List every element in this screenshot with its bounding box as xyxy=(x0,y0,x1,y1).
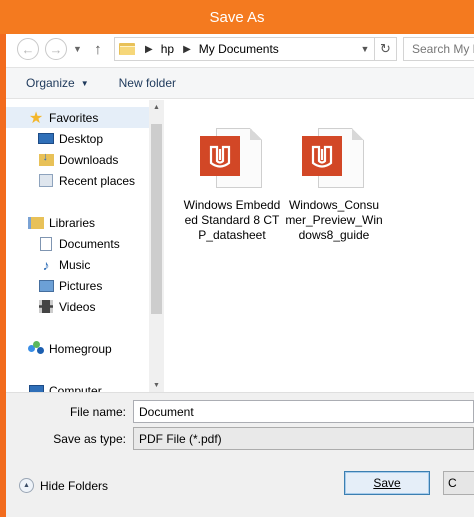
save-as-type-label: Save as type: xyxy=(53,432,126,446)
homegroup-icon xyxy=(28,340,44,357)
sidebar-item-downloads[interactable]: Downloads xyxy=(6,149,149,170)
breadcrumb-separator-icon[interactable]: ▶ xyxy=(183,44,191,55)
breadcrumb-separator-icon[interactable]: ▶ xyxy=(145,44,153,55)
forward-arrow-icon: → xyxy=(49,41,63,57)
chevron-up-icon: ▲ xyxy=(19,478,34,493)
command-bar: Organize ▼ New folder xyxy=(6,67,474,99)
save-options-panel: File name: Document Save as type: PDF Fi… xyxy=(6,392,474,517)
file-name-label: Windows Embedded Standard 8 CTP_datashee… xyxy=(183,198,281,242)
breadcrumb-my-documents[interactable]: My Documents xyxy=(199,42,279,56)
pdf-reader-icon xyxy=(294,126,374,190)
organize-button[interactable]: Organize ▼ xyxy=(26,76,89,90)
address-dropdown-chevron-icon[interactable]: ▼ xyxy=(356,44,374,54)
cancel-button[interactable]: C xyxy=(443,471,474,495)
sidebar-item-pictures[interactable]: Pictures xyxy=(6,275,149,296)
cancel-button-label: C xyxy=(448,476,457,490)
forward-button[interactable]: → xyxy=(45,38,67,60)
scroll-down-icon[interactable]: ▼ xyxy=(149,378,164,392)
sidebar-item-libraries[interactable]: Libraries xyxy=(6,212,149,233)
hide-folders-label: Hide Folders xyxy=(40,478,109,493)
sidebar-item-computer[interactable]: Computer xyxy=(6,380,149,392)
file-item[interactable]: Windows_Consumer_Preview_Windows8_guide xyxy=(284,126,384,243)
back-button[interactable]: ← xyxy=(17,38,39,60)
file-name-field-label: File name: xyxy=(69,405,126,419)
sidebar-item-documents[interactable]: Documents xyxy=(6,233,149,254)
title-bar: Save As xyxy=(0,0,474,34)
sidebar-item-recent-places[interactable]: Recent places xyxy=(6,170,149,191)
videos-icon xyxy=(38,299,54,315)
back-arrow-icon: ← xyxy=(21,41,35,57)
hide-folders-button[interactable]: ▲ Hide Folders xyxy=(19,478,108,493)
sidebar-item-music[interactable]: ♪ Music xyxy=(6,254,149,275)
documents-icon xyxy=(38,236,54,252)
save-button[interactable]: Save xyxy=(344,471,430,495)
file-name-label: Windows_Consumer_Preview_Windows8_guide xyxy=(285,198,383,242)
computer-icon xyxy=(28,383,44,392)
file-item[interactable]: Windows Embedded Standard 8 CTP_datashee… xyxy=(182,126,282,243)
star-icon: ★ xyxy=(28,109,44,127)
downloads-icon xyxy=(38,151,54,168)
file-name-input[interactable]: Document xyxy=(133,400,474,423)
up-button[interactable]: ↑ xyxy=(91,41,105,58)
sidebar-item-homegroup[interactable]: Homegroup xyxy=(6,338,149,359)
pictures-icon xyxy=(38,278,54,294)
desktop-icon xyxy=(38,131,54,147)
address-bar[interactable]: ▶ hp ▶ My Documents ▼ ↻ xyxy=(114,37,397,61)
dialog-body: ← → ▼ ↑ ▶ hp ▶ My Documents ▼ ↻ Search M… xyxy=(6,34,474,517)
navigation-pane: ★ Favorites Desktop Downloads Recent pla… xyxy=(6,100,164,392)
sidebar-item-desktop[interactable]: Desktop xyxy=(6,128,149,149)
organize-label: Organize xyxy=(26,76,75,90)
breadcrumb-hp[interactable]: hp xyxy=(161,42,174,56)
scroll-up-icon[interactable]: ▲ xyxy=(149,100,164,114)
music-icon: ♪ xyxy=(42,256,50,273)
chevron-down-icon: ▼ xyxy=(80,78,89,88)
libraries-icon xyxy=(28,215,44,231)
refresh-button[interactable]: ↻ xyxy=(374,38,396,60)
sidebar-item-videos[interactable]: Videos xyxy=(6,296,149,317)
folder-icon xyxy=(119,42,136,56)
recent-places-icon xyxy=(38,173,54,189)
new-folder-button[interactable]: New folder xyxy=(119,76,176,90)
save-as-type-select[interactable]: PDF File (*.pdf) xyxy=(133,427,474,450)
scrollbar-thumb[interactable] xyxy=(151,124,162,314)
pdf-reader-icon xyxy=(192,126,272,190)
recent-locations-chevron-icon[interactable]: ▼ xyxy=(73,44,82,54)
sidebar-item-favorites[interactable]: ★ Favorites xyxy=(6,107,149,128)
navigation-scrollbar[interactable]: ▲ ▼ xyxy=(149,100,164,392)
window-title: Save As xyxy=(209,8,265,26)
search-input[interactable]: Search My D xyxy=(403,37,474,61)
save-button-label: Save xyxy=(373,476,401,490)
file-list: Windows Embedded Standard 8 CTP_datashee… xyxy=(164,100,474,392)
